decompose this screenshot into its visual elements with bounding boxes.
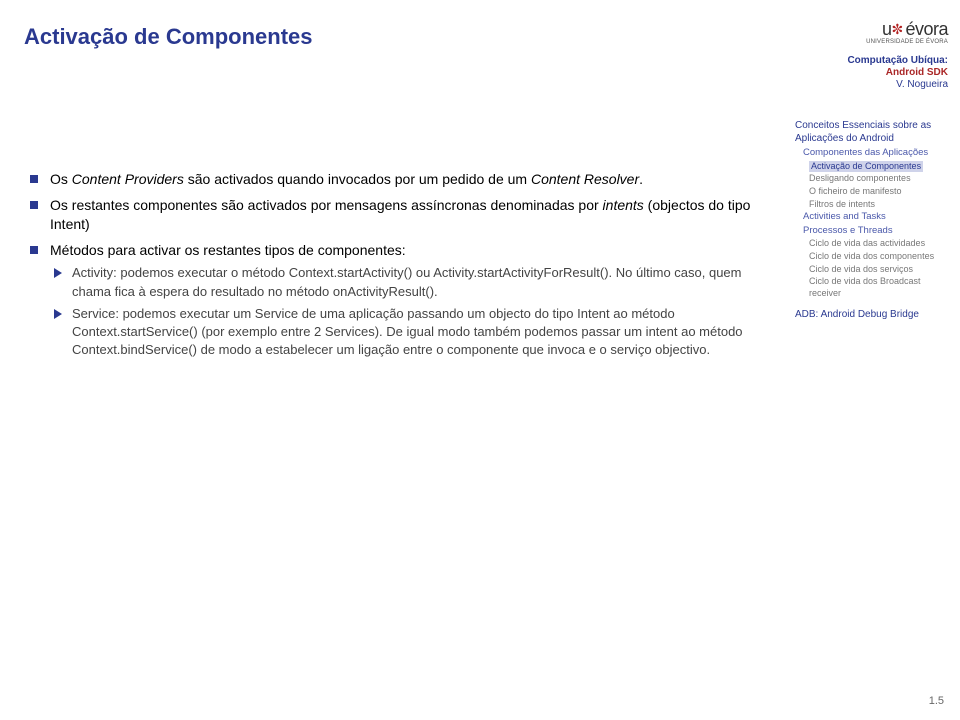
- logo-u: u: [882, 19, 892, 39]
- slide: Activação de Componentes Os Content Prov…: [0, 0, 960, 720]
- course-block: Computação Ubíqua: Android SDK V. Noguei…: [795, 55, 948, 91]
- sub-bullet-2: Service: podemos executar um Service de …: [50, 305, 757, 360]
- nav-item[interactable]: Ciclo de vida dos Broadcast receiver: [795, 276, 948, 299]
- nav-item[interactable]: Conceitos Essenciais sobre as Aplicações…: [795, 119, 948, 145]
- logo: uévora UNIVERSIDADE DE ÉVORA: [795, 18, 948, 47]
- content-body: Os Content Providers são activados quand…: [24, 170, 765, 359]
- course-line1: Computação Ubíqua:: [795, 55, 948, 67]
- nav-active-label: Activação de Componentes: [809, 161, 923, 173]
- text-italic: Content Providers: [72, 171, 184, 187]
- text: Os restantes componentes são activados p…: [50, 197, 331, 213]
- nav-item[interactable]: Ciclo de vida das actividades: [795, 238, 948, 250]
- nav-item[interactable]: Ciclo de vida dos serviços: [795, 264, 948, 276]
- nav-item[interactable]: Processos e Threads: [795, 225, 948, 237]
- slide-title: Activação de Componentes: [24, 24, 765, 50]
- logo-subtitle: UNIVERSIDADE DE ÉVORA: [866, 39, 948, 47]
- nav-item-active[interactable]: Activação de Componentes: [795, 161, 948, 173]
- page-number: 1.5: [929, 694, 944, 708]
- nav-item[interactable]: Desligando componentes: [795, 173, 948, 185]
- bullet-2: Os restantes componentes são activados p…: [24, 196, 757, 235]
- sub-bullet-1: Activity: podemos executar o método Cont…: [50, 264, 757, 300]
- text: .: [639, 171, 643, 187]
- nav-item[interactable]: Activities and Tasks: [795, 211, 948, 223]
- logo-sun-icon: [891, 22, 905, 36]
- nav-item[interactable]: O ficheiro de manifesto: [795, 186, 948, 198]
- sub-list: Activity: podemos executar o método Cont…: [50, 264, 757, 359]
- bullet-1: Os Content Providers são activados quand…: [24, 170, 757, 190]
- text: mensagens assíncronas denominadas por: [331, 197, 603, 213]
- nav-item[interactable]: ADB: Android Debug Bridge: [795, 308, 948, 321]
- course-line3: V. Nogueira: [795, 79, 948, 91]
- text-italic: Content Resolver: [531, 171, 639, 187]
- text: Os: [50, 171, 72, 187]
- nav-item[interactable]: Componentes das Aplicações: [795, 147, 948, 159]
- course-line2: Android SDK: [795, 67, 948, 79]
- text: são activados quando invocados por um pe…: [184, 171, 531, 187]
- nav-item[interactable]: Filtros de intents: [795, 199, 948, 211]
- text-italic: intents: [603, 197, 644, 213]
- bullet-3: Métodos para activar os restantes tipos …: [24, 241, 757, 360]
- logo-evora: évora: [905, 19, 948, 39]
- nav-outline: Conceitos Essenciais sobre as Aplicações…: [795, 119, 948, 320]
- sidebar: uévora UNIVERSIDADE DE ÉVORA Computação …: [785, 0, 960, 720]
- nav-item[interactable]: Ciclo de vida dos componentes: [795, 251, 948, 263]
- bullet-list: Os Content Providers são activados quand…: [24, 170, 757, 359]
- main-content: Activação de Componentes Os Content Prov…: [0, 0, 785, 720]
- text: Métodos para activar os restantes tipos …: [50, 242, 406, 258]
